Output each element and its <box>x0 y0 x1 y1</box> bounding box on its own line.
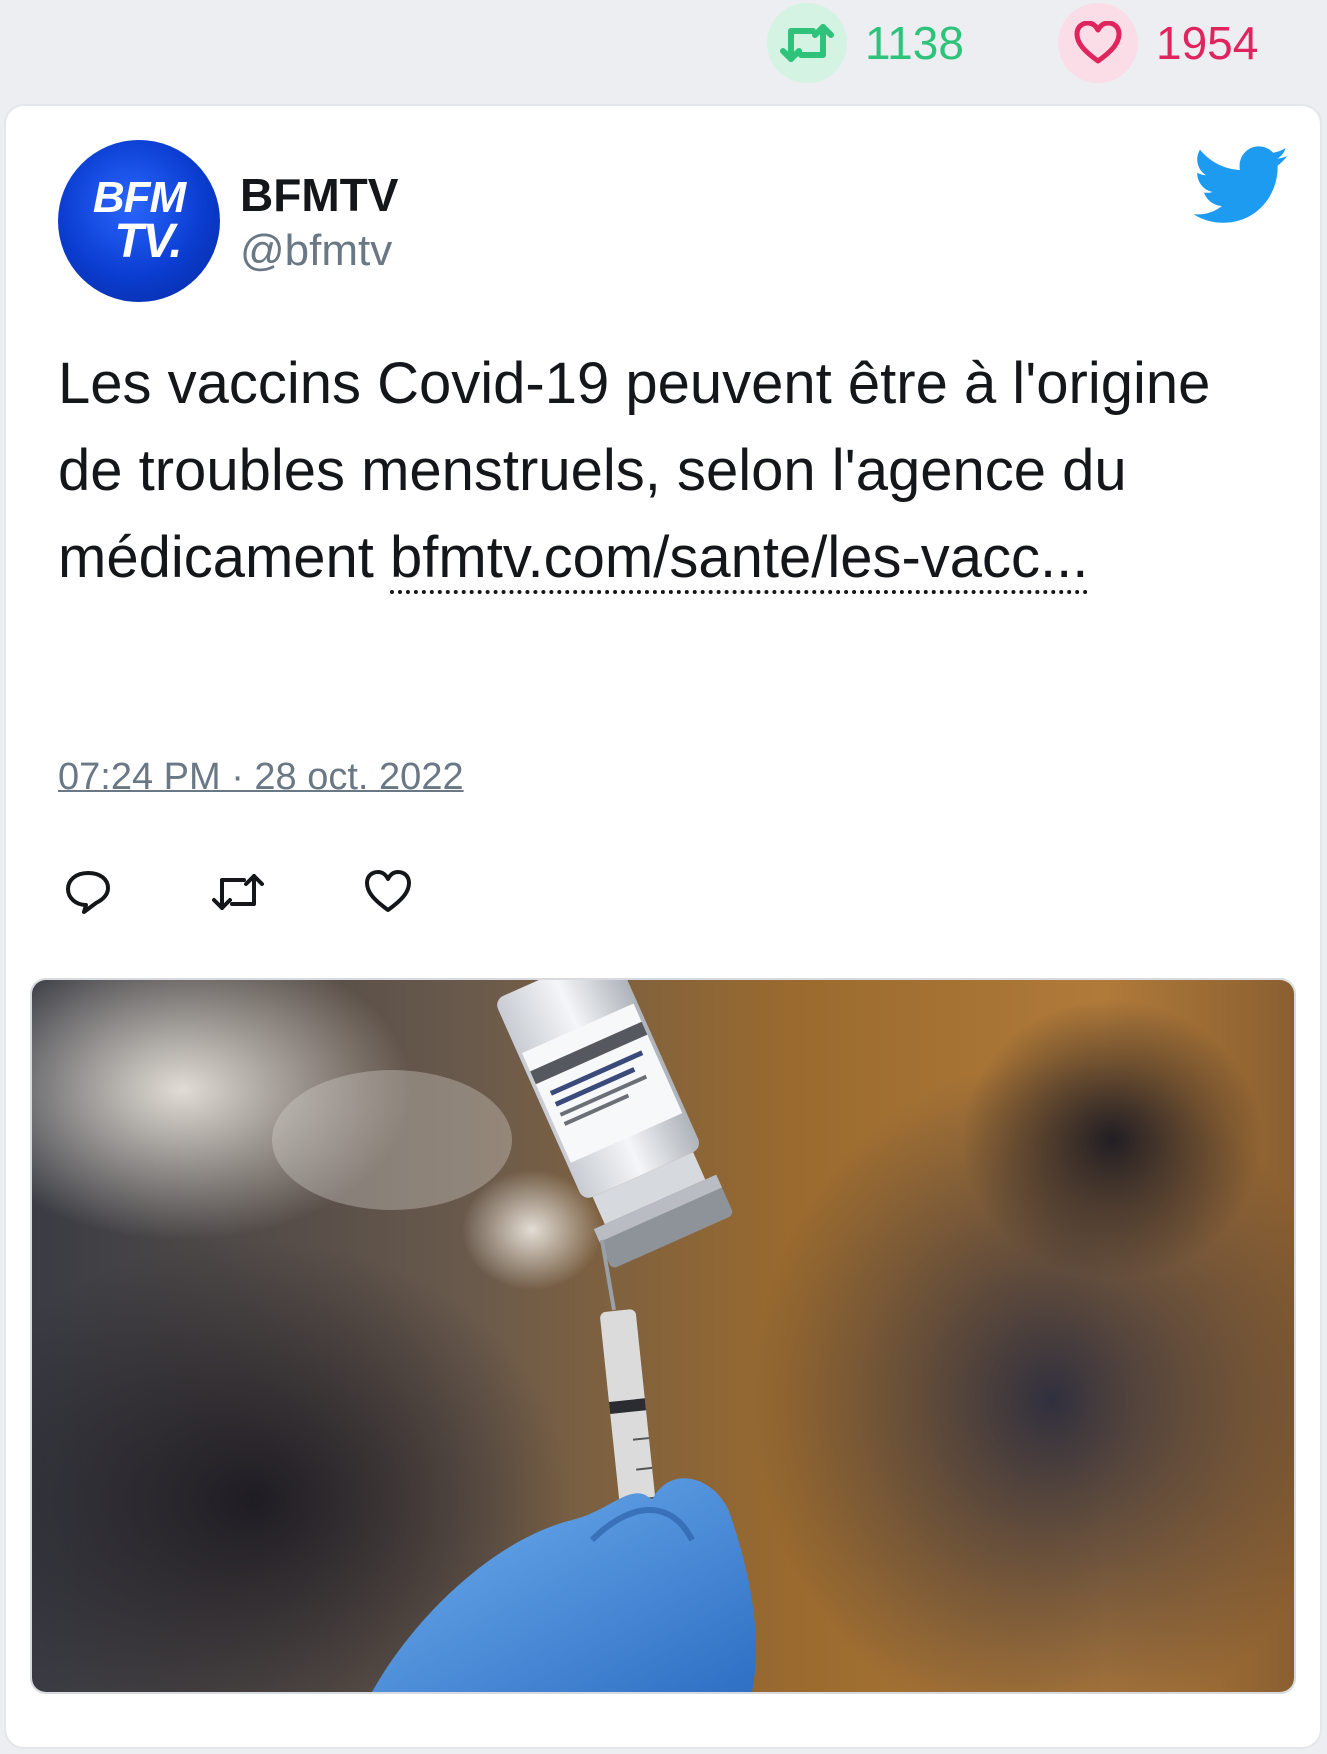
author-handle[interactable]: @bfmtv <box>240 226 392 276</box>
avatar[interactable]: BFM TV. <box>58 140 220 302</box>
engagement-stats: 1138 1954 <box>0 0 1327 90</box>
retweet-icon <box>212 874 264 910</box>
heart-icon <box>1058 3 1138 83</box>
heart-icon <box>365 870 411 912</box>
retweet-stat[interactable]: 1138 <box>767 3 964 83</box>
reply-button[interactable] <box>58 862 118 922</box>
tweet-media-image[interactable] <box>30 978 1296 1694</box>
author-name[interactable]: BFMTV <box>240 168 398 222</box>
retweet-count: 1138 <box>865 17 964 69</box>
like-button[interactable] <box>358 862 418 922</box>
avatar-logo-line1: BFM <box>92 173 186 223</box>
tweet-card: BFM TV. BFMTV @bfmtv Les vaccins Covid-1… <box>4 104 1322 1749</box>
twitter-bird-icon[interactable] <box>1193 146 1290 226</box>
tweet-timestamp[interactable]: 07:24 PM · 28 oct. 2022 <box>58 756 464 799</box>
retweet-icon <box>767 3 847 83</box>
like-count: 1954 <box>1156 17 1259 69</box>
reply-icon <box>66 871 110 914</box>
tweet-link[interactable]: bfmtv.com/sante/les-vacc... <box>390 525 1089 594</box>
vaccine-photo <box>32 980 1294 1692</box>
tweet-actions <box>58 862 508 922</box>
retweet-button[interactable] <box>208 862 268 922</box>
tweet-text: Les vaccins Covid-19 peuvent être à l'or… <box>58 340 1278 601</box>
avatar-logo-line2: TV. <box>114 215 182 269</box>
like-stat[interactable]: 1954 <box>1058 3 1259 83</box>
